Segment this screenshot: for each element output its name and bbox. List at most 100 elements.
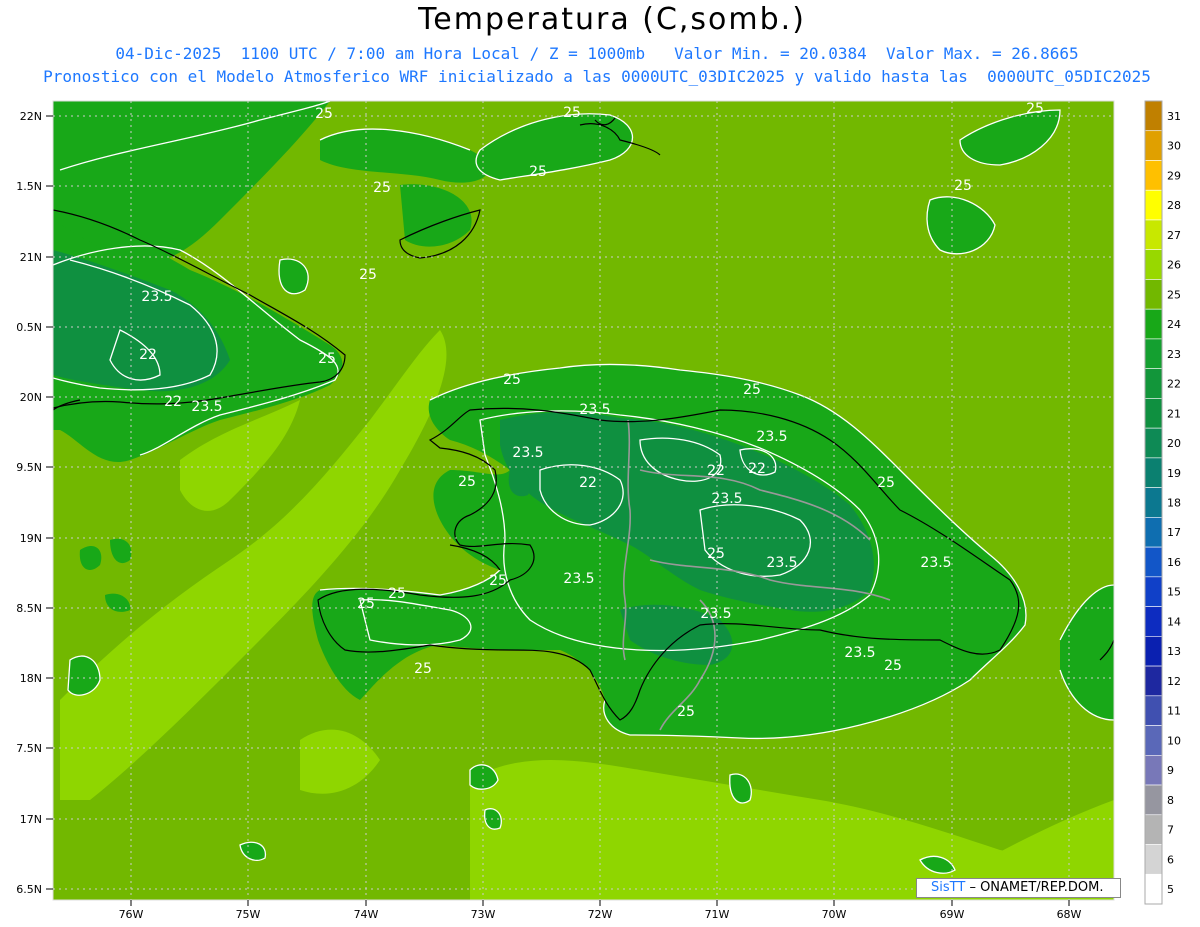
lon-label: 71W bbox=[705, 908, 730, 921]
contour-label: 25 bbox=[388, 586, 406, 602]
credit-box: SisTT – ONAMET/REP.DOM. bbox=[916, 878, 1121, 898]
longitude-labels: 76W 75W 74W 73W 72W 71W 70W 69W 68W bbox=[119, 900, 1082, 921]
colorbar-swatch bbox=[1144, 576, 1163, 607]
contour-label: 23.5 bbox=[766, 555, 797, 571]
lat-label: 0.5N bbox=[16, 321, 42, 334]
colorbar-label: 15 bbox=[1167, 586, 1181, 599]
lon-label: 72W bbox=[588, 908, 613, 921]
lon-label: 74W bbox=[354, 908, 379, 921]
contour-label: 23.5 bbox=[579, 402, 610, 418]
colorbar-swatch bbox=[1144, 100, 1163, 132]
contour-label: 25 bbox=[373, 180, 391, 196]
colorbar-label: 18 bbox=[1167, 497, 1181, 510]
contour-label: 23.5 bbox=[191, 399, 222, 415]
contour-label: 25 bbox=[359, 267, 377, 283]
colorbar-label: 8 bbox=[1167, 794, 1174, 807]
colorbar-swatch bbox=[1144, 784, 1163, 816]
contour-label: 22 bbox=[139, 347, 157, 363]
contour-label: 25 bbox=[954, 178, 972, 194]
colorbar-label: 13 bbox=[1167, 645, 1181, 658]
lat-label: 18N bbox=[20, 672, 42, 685]
lat-label: 20N bbox=[20, 391, 42, 404]
colorbar-label: 30 bbox=[1167, 140, 1181, 153]
colorbar-swatch bbox=[1144, 398, 1163, 429]
contour-label: 22 bbox=[748, 461, 766, 477]
colorbar-label: 14 bbox=[1167, 615, 1181, 628]
contour-label: 25 bbox=[563, 105, 581, 121]
lon-label: 68W bbox=[1057, 908, 1082, 921]
colorbar-swatch bbox=[1144, 308, 1163, 340]
contour-label: 25 bbox=[1026, 101, 1044, 117]
contour-label: 22 bbox=[579, 475, 597, 491]
latitude-labels: 22N 1.5N 21N 0.5N 20N 9.5N 19N 8.5N 18N 7.5N 17N 6.… bbox=[16, 110, 53, 896]
colorbar-label: 19 bbox=[1167, 467, 1181, 480]
contour-label: 23.5 bbox=[844, 645, 875, 661]
colorbar-label: 16 bbox=[1167, 556, 1181, 569]
colorbar-swatch bbox=[1144, 130, 1163, 161]
colorbar-swatch bbox=[1144, 457, 1163, 488]
colorbar-label: 21 bbox=[1167, 407, 1181, 420]
colorbar-label: 11 bbox=[1167, 705, 1181, 718]
lat-label: 1.5N bbox=[16, 180, 42, 193]
lat-label: 21N bbox=[20, 251, 42, 264]
contour-label: 25 bbox=[884, 658, 902, 674]
colorbar-swatch bbox=[1144, 487, 1163, 518]
colorbar-label: 7 bbox=[1167, 824, 1174, 837]
map-figure: 22N 1.5N 21N 0.5N 20N 9.5N 19N 8.5N 18N 7.5N 17N 6.… bbox=[16, 100, 1181, 921]
contour-label: 25 bbox=[677, 704, 695, 720]
contour-label: 23.5 bbox=[141, 289, 172, 305]
colorbar-swatch bbox=[1144, 754, 1163, 786]
contour-label: 25 bbox=[315, 106, 333, 122]
colorbar-label: 5 bbox=[1167, 883, 1174, 896]
colorbar-swatch bbox=[1144, 814, 1163, 845]
colorbar-label: 9 bbox=[1167, 764, 1174, 777]
colorbar-swatch bbox=[1144, 546, 1163, 578]
lat-label: 17N bbox=[20, 813, 42, 826]
colorbar-swatch bbox=[1144, 606, 1163, 637]
sistt-logo: SisTT bbox=[931, 880, 966, 895]
colorbar-swatch bbox=[1144, 844, 1163, 875]
contour-label: 23.5 bbox=[920, 555, 951, 571]
contour-label: 25 bbox=[458, 474, 476, 490]
contour-label: 25 bbox=[503, 372, 521, 388]
colorbar-swatch bbox=[1144, 219, 1163, 251]
colorbar-label: 17 bbox=[1167, 526, 1181, 539]
colorbar-swatch bbox=[1144, 249, 1163, 280]
colorbar-swatch bbox=[1144, 368, 1163, 399]
colorbar-swatch bbox=[1144, 695, 1163, 726]
contour-label: 25 bbox=[489, 573, 507, 589]
contour-label: 23.5 bbox=[700, 606, 731, 622]
lon-label: 70W bbox=[822, 908, 847, 921]
colorbar: 31 30 29 28 27 26 25 24 23 22 21 20 19 18 17 16 15 14 13 12… bbox=[1144, 100, 1181, 905]
colorbar-label: 31 bbox=[1167, 110, 1181, 123]
colorbar-swatch bbox=[1144, 338, 1163, 369]
colorbar-label: 28 bbox=[1167, 199, 1181, 212]
lon-label: 76W bbox=[119, 908, 144, 921]
colorbar-label: 27 bbox=[1167, 229, 1181, 242]
lon-label: 73W bbox=[471, 908, 496, 921]
colorbar-swatch bbox=[1144, 427, 1163, 459]
contour-label: 25 bbox=[414, 661, 432, 677]
colorbar-label: 25 bbox=[1167, 288, 1181, 301]
colorbar-swatch bbox=[1144, 160, 1163, 191]
lat-label: 9.5N bbox=[16, 461, 42, 474]
contour-label: 25 bbox=[318, 351, 336, 367]
contour-label: 25 bbox=[743, 382, 761, 398]
colorbar-swatch bbox=[1144, 725, 1163, 756]
lat-label: 19N bbox=[20, 532, 42, 545]
colorbar-label: 20 bbox=[1167, 437, 1181, 450]
contour-label: 23.5 bbox=[756, 429, 787, 445]
contour-label: 25 bbox=[707, 546, 725, 562]
colorbar-label: 12 bbox=[1167, 675, 1181, 688]
colorbar-swatch bbox=[1144, 636, 1163, 667]
colorbar-label: 23 bbox=[1167, 348, 1181, 361]
lat-label: 7.5N bbox=[16, 742, 42, 755]
lat-label: 22N bbox=[20, 110, 42, 123]
colorbar-label: 29 bbox=[1167, 169, 1181, 182]
colorbar-label: 22 bbox=[1167, 378, 1181, 391]
contour-label: 23.5 bbox=[711, 491, 742, 507]
colorbar-swatch bbox=[1144, 873, 1163, 905]
contour-label: 25 bbox=[529, 164, 547, 180]
colorbar-label: 26 bbox=[1167, 259, 1181, 272]
contour-label: 22 bbox=[707, 463, 725, 479]
